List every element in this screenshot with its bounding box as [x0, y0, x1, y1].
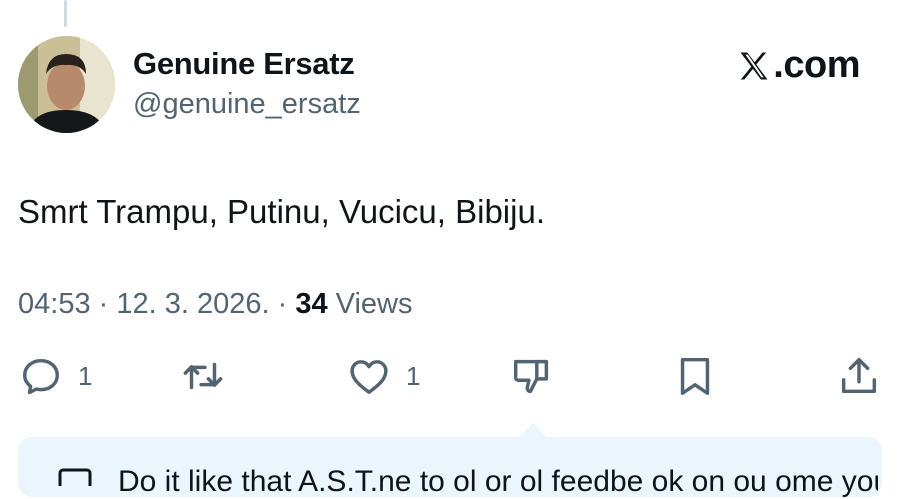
bookmark-icon	[680, 357, 710, 395]
reply-icon	[22, 358, 60, 395]
brand-watermark: .com	[736, 44, 860, 87]
reply-count: 1	[78, 360, 93, 391]
feedback-prompt-text: Do it like that A.S.T.ne to ol or ol fee…	[118, 465, 878, 498]
author-handle[interactable]: @genuine_ersatz	[133, 88, 361, 121]
tweet-date[interactable]: 12. 3. 2026.	[116, 288, 269, 321]
views-label: Views	[327, 288, 413, 320]
retweet-icon	[183, 362, 223, 390]
thread-connector	[64, 0, 67, 27]
note-pointer	[518, 423, 548, 438]
retweet-button[interactable]	[180, 353, 226, 399]
x-logo-icon	[740, 52, 768, 79]
tweet-time[interactable]: 04:53	[18, 288, 91, 321]
tweet-text: Smrt Trampu, Putinu, Vucicu, Bibiju.	[18, 193, 545, 230]
brand-domain: .com	[773, 44, 860, 86]
views-count: 34	[295, 288, 328, 320]
tweet-meta: 04:53 · 12. 3. 2026. · 34 Views	[18, 288, 412, 321]
like-button[interactable]: 1	[346, 353, 420, 399]
meta-separator: ·	[269, 288, 296, 320]
share-icon	[841, 357, 877, 394]
dislike-button[interactable]	[509, 353, 555, 399]
reply-button[interactable]: 1	[18, 353, 92, 399]
thumbs-down-icon	[513, 359, 549, 394]
feedback-icon	[58, 468, 92, 486]
like-count: 1	[406, 360, 421, 391]
meta-separator: ·	[90, 288, 117, 320]
author-display-name[interactable]: Genuine Ersatz	[133, 46, 355, 82]
action-bar: 1 1	[0, 353, 900, 403]
share-button[interactable]	[836, 353, 882, 399]
heart-icon	[350, 360, 388, 395]
avatar[interactable]	[18, 36, 115, 133]
bookmark-button[interactable]	[672, 353, 718, 399]
